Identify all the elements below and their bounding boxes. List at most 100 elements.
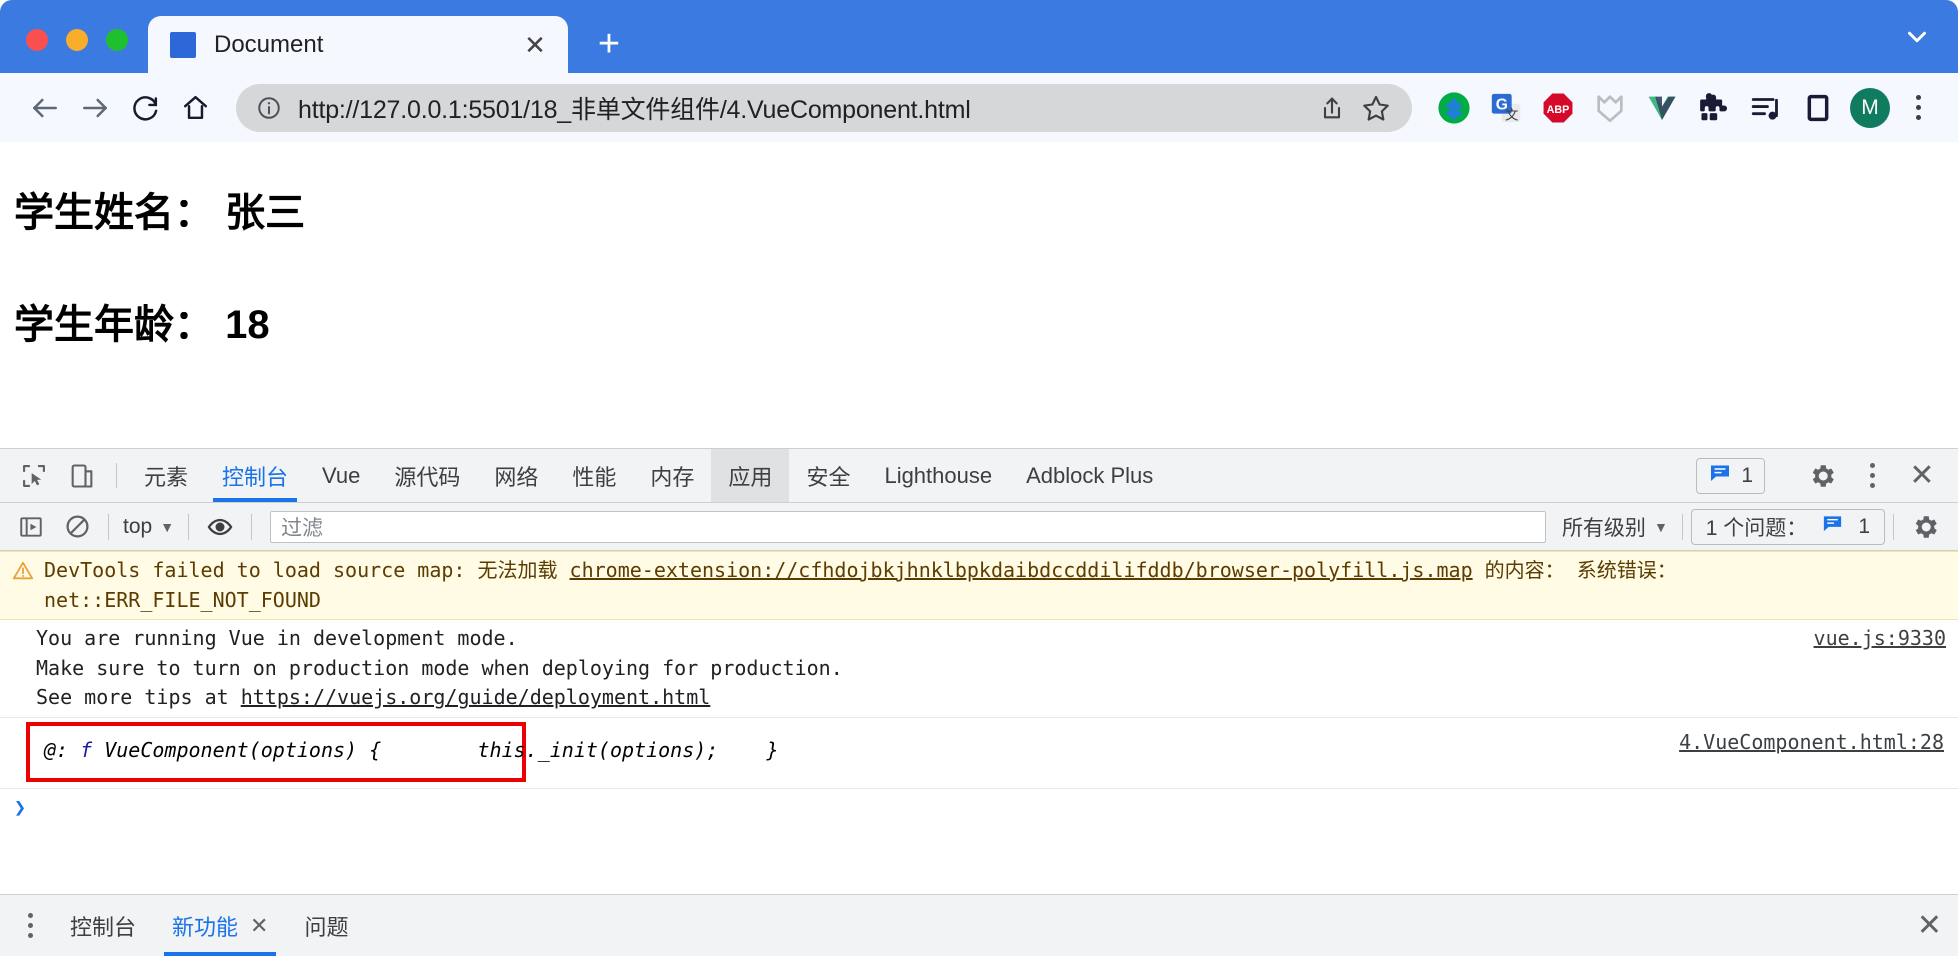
adblock-plus-icon[interactable]: ABP: [1534, 84, 1582, 132]
console-issues-button[interactable]: 1 个问题： 1: [1690, 508, 1885, 545]
boxed-line-1: @: f VueComponent(options) {: [44, 736, 381, 766]
drawer-more-menu-button[interactable]: [8, 895, 52, 956]
devtools-tab-memory[interactable]: 内存: [633, 449, 711, 502]
console-boxed-output[interactable]: @: f VueComponent(options) { this._init(…: [26, 721, 779, 782]
reload-icon[interactable]: [122, 85, 168, 131]
maximize-window-button[interactable]: [106, 29, 128, 51]
drawer-tab-whats-new-label: 新功能: [172, 914, 239, 940]
share-icon[interactable]: [1310, 86, 1354, 130]
info-circle-icon[interactable]: [256, 95, 282, 121]
minimize-window-button[interactable]: [66, 29, 88, 51]
vue-deployment-guide-link[interactable]: https://vuejs.org/guide/deployment.html: [241, 685, 711, 709]
devtools-tab-vue[interactable]: Vue: [305, 449, 377, 502]
window-traffic-lights: [0, 29, 148, 73]
filter-divider-3: [251, 513, 253, 540]
devtools-close-icon[interactable]: ✕: [1898, 458, 1946, 493]
drawer-tab-close-icon[interactable]: ✕: [250, 913, 268, 939]
device-toolbar-icon[interactable]: [58, 449, 106, 502]
playlist-icon[interactable]: [1742, 84, 1790, 132]
live-expression-eye-icon[interactable]: [197, 504, 243, 550]
vue-message-line1: You are running Vue in development mode.: [36, 626, 518, 651]
clear-console-icon[interactable]: [54, 504, 100, 550]
warning-triangle-icon: [12, 560, 34, 591]
console-filter-input[interactable]: 过滤: [270, 510, 1546, 543]
warning-source-map-link[interactable]: chrome-extension://cfhdojbkjhnklbpkdaibd…: [570, 558, 1473, 582]
devtools-tab-elements[interactable]: 元素: [127, 449, 205, 502]
home-icon[interactable]: [172, 85, 218, 131]
console-sidebar-toggle-icon[interactable]: [8, 504, 54, 550]
gear-icon[interactable]: [1798, 461, 1846, 491]
boxed-line-2: this._init(options);: [381, 737, 719, 762]
drawer-close-icon[interactable]: ✕: [1917, 908, 1942, 943]
console-issues-count: 1: [1858, 514, 1870, 538]
browser-toolbar: http://127.0.0.1:5501/18_非单文件组件/4.VueCom…: [0, 73, 1958, 142]
message-icon: [1821, 512, 1844, 541]
kebab-icon: [1852, 454, 1892, 498]
warning-message-body: DevTools failed to load source map: 无法加载…: [44, 556, 1946, 615]
warning-text-before: DevTools failed to load source map: 无法加载: [44, 558, 570, 582]
console-prompt[interactable]: ❯: [0, 787, 1958, 825]
devtools-tab-performance[interactable]: 性能: [555, 449, 633, 502]
extensions-puzzle-icon[interactable]: [1690, 84, 1738, 132]
console-message-vue-dev[interactable]: You are running Vue in development mode.…: [0, 620, 1958, 717]
devtools-tab-network[interactable]: 网络: [477, 449, 555, 502]
devtools-tab-sources[interactable]: 源代码: [377, 449, 477, 502]
reading-list-icon[interactable]: [1794, 84, 1842, 132]
console-level-selector[interactable]: 所有级别 ▼: [1556, 512, 1674, 542]
drawer-tab-console-label: 控制台: [70, 914, 137, 940]
browser-titlebar: Document ✕ +: [0, 0, 1958, 73]
forward-icon[interactable]: [72, 85, 118, 131]
avatar-initial: M: [1850, 87, 1890, 128]
vue-message-line2: Make sure to turn on production mode whe…: [36, 655, 843, 680]
drawer-tab-console[interactable]: 控制台: [52, 895, 154, 956]
google-translate-icon[interactable]: G 文: [1482, 84, 1530, 132]
svg-text:ABP: ABP: [1547, 103, 1570, 115]
svg-text:文: 文: [1505, 107, 1518, 122]
drawer-tab-issues-label: 问题: [304, 914, 349, 940]
devtools-tab-lighthouse[interactable]: Lighthouse: [867, 449, 1009, 502]
devtools-more-menu-button[interactable]: [1848, 454, 1896, 498]
devtools-tab-application[interactable]: 应用: [711, 449, 790, 502]
vue-message-body: You are running Vue in development mode.…: [36, 624, 1794, 713]
address-bar[interactable]: http://127.0.0.1:5501/18_非单文件组件/4.VueCom…: [236, 83, 1412, 132]
devtools-tab-adblock-plus[interactable]: Adblock Plus: [1009, 449, 1170, 502]
page-viewport: 学生姓名： 张三 学生年龄： 18: [0, 142, 1958, 448]
browser-menu-button[interactable]: [1898, 86, 1938, 130]
message-icon: [1708, 461, 1732, 491]
tab-title: Document: [214, 30, 324, 58]
console-message-boxed-row: @: f VueComponent(options) { this._init(…: [0, 716, 1958, 782]
drawer-tab-whats-new[interactable]: 新功能 ✕: [154, 895, 286, 956]
tab-close-icon[interactable]: ✕: [520, 30, 550, 60]
chevron-down-icon: ▼: [160, 518, 175, 535]
toolbar-divider: [116, 463, 117, 488]
drawer-actions: ✕: [1917, 895, 1958, 956]
drawer-tab-issues[interactable]: 问题: [286, 895, 366, 956]
function-keyword: f: [80, 737, 93, 762]
issues-counter-button[interactable]: 1: [1696, 457, 1765, 494]
browser-tab-document[interactable]: Document ✕: [148, 16, 568, 73]
back-icon[interactable]: [22, 85, 68, 131]
vue-devtools-icon[interactable]: [1638, 84, 1686, 132]
console-settings-gear-icon[interactable]: [1902, 504, 1948, 550]
profile-avatar[interactable]: M: [1846, 84, 1894, 132]
console-context-value: top: [123, 514, 153, 538]
new-tab-button[interactable]: +: [582, 17, 636, 71]
filter-divider-2: [188, 513, 190, 540]
inspect-element-icon[interactable]: [10, 449, 58, 502]
devtools-tab-security[interactable]: 安全: [789, 449, 867, 502]
devtools-tabbar-actions: 1 ✕: [1696, 449, 1958, 502]
close-window-button[interactable]: [26, 29, 48, 51]
devtools-tab-console[interactable]: 控制台: [205, 449, 305, 502]
star-icon[interactable]: [1354, 86, 1398, 130]
filter-divider-1: [108, 513, 109, 540]
tampermonkey-icon[interactable]: [1430, 84, 1478, 132]
boxed-output-source-link[interactable]: 4.VueComponent.html:28: [1679, 730, 1944, 754]
issues-count: 1: [1741, 463, 1753, 487]
momentum-icon[interactable]: [1586, 84, 1634, 132]
vue-message-source-link[interactable]: vue.js:9330: [1814, 624, 1946, 654]
chevron-down-icon[interactable]: [1902, 22, 1932, 57]
console-context-selector[interactable]: top ▼: [117, 515, 180, 539]
console-message-warning[interactable]: DevTools failed to load source map: 无法加载…: [0, 551, 1958, 621]
console-message-list: DevTools failed to load source map: 无法加载…: [0, 551, 1958, 894]
vue-message-line3-prefix: See more tips at: [36, 685, 241, 710]
